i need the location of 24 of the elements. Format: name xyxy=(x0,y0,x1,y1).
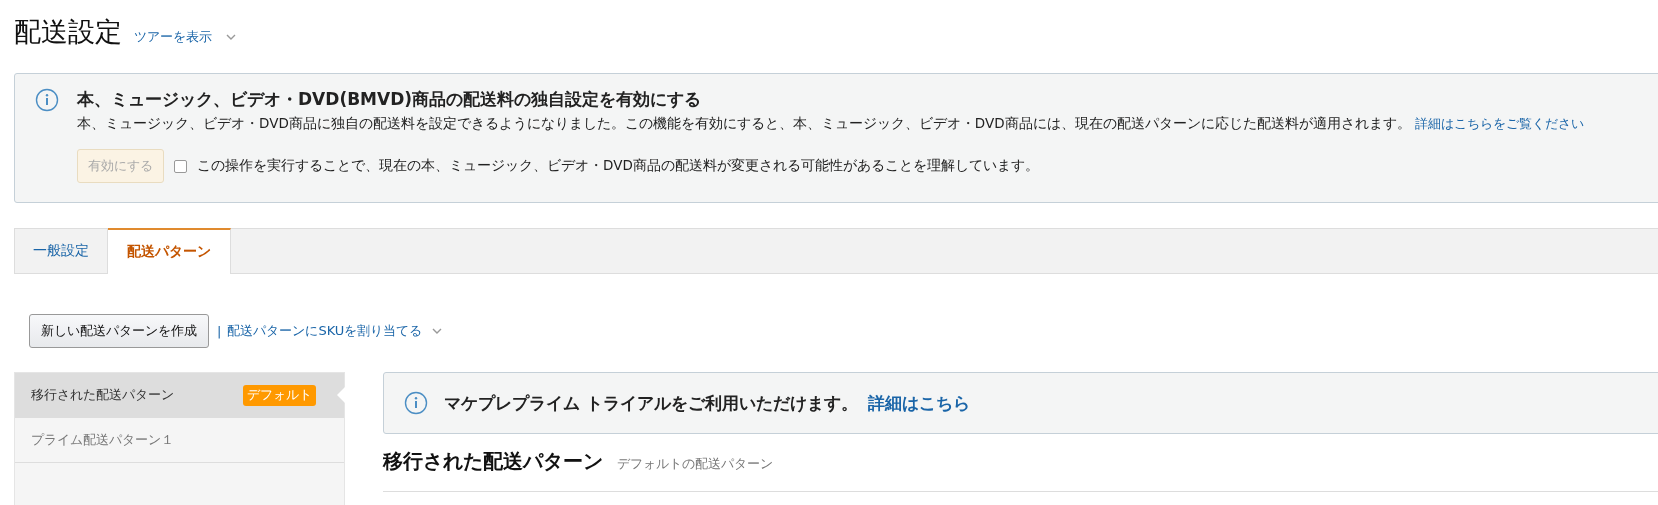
consent-checkbox[interactable] xyxy=(174,159,187,173)
chevron-down-icon xyxy=(432,328,443,334)
default-badge: デフォルト xyxy=(243,384,316,406)
details-link[interactable]: 詳細はこちら xyxy=(867,391,970,415)
pattern-item[interactable]: 移行された配送パターン デフォルト xyxy=(15,373,344,418)
info-icon xyxy=(35,88,59,112)
tab[interactable]: 配送パターン xyxy=(108,228,231,274)
pattern-name: プライム配送パターン１ xyxy=(31,431,174,449)
notice-text: 本、ミュージック、ビデオ・DVD商品に独自の配送料を設定できるようになりました。この機能を有効にすると、本、ミュージック、ビデオ・DVD商品には、現在の配送パターンに応じた配送料が適用されます。 xyxy=(77,115,1411,131)
notice-title: 本、ミュージック、ビデオ・DVD(BMVD)商品の配送料の独自設定を有効にする xyxy=(77,88,703,111)
separator: | xyxy=(217,323,222,339)
pattern-subtitle: デフォルトの配送パターン xyxy=(617,455,773,473)
pattern-name: 移行された配送パターン xyxy=(31,386,174,404)
chevron-down-icon xyxy=(226,34,236,40)
create-pattern-button[interactable]: 新しい配送パターンを作成 xyxy=(29,314,209,348)
details-link[interactable]: 詳細はこちらをご覧ください xyxy=(1414,116,1584,131)
info-icon xyxy=(404,391,428,415)
consent-label: この操作を実行することで、現在の本、ミュージック、ビデオ・DVD商品の配送料が変更される可能性があることを理解しています。 xyxy=(197,157,1039,175)
page-title: 配送設定 xyxy=(14,15,122,49)
tour-link[interactable]: ツアーを表示 xyxy=(134,28,212,46)
pattern-title: 移行された配送パターン xyxy=(383,448,603,475)
pattern-item[interactable]: プライム配送パターン１ xyxy=(15,418,344,463)
assign-sku-link[interactable]: 配送パターンにSKUを割り当てる xyxy=(227,322,423,340)
info-text: マケプレプライム トライアルをご利用いただけます。 xyxy=(444,391,858,415)
